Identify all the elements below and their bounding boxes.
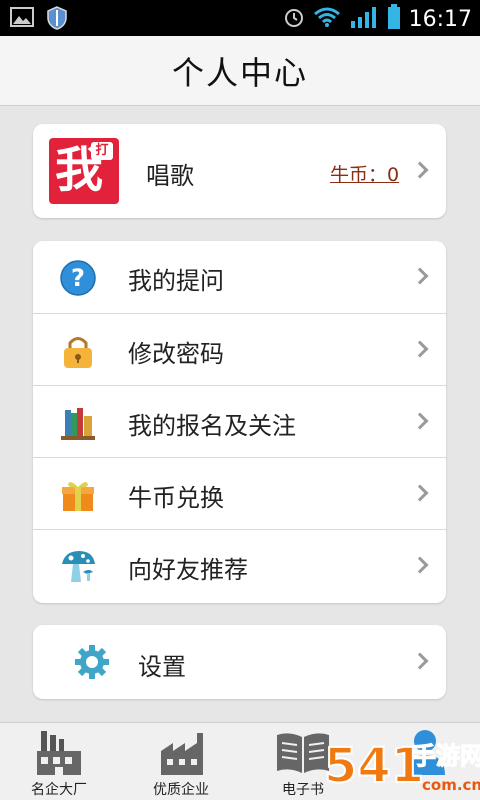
gift-icon bbox=[59, 476, 97, 514]
menu-item-change-password[interactable]: 修改密码 bbox=[33, 313, 446, 385]
image-icon bbox=[10, 6, 34, 34]
menu-item-label: 牛币兑换 bbox=[128, 484, 224, 512]
lock-icon bbox=[59, 332, 97, 370]
chevron-right-icon bbox=[411, 161, 429, 179]
page-header: 个人中心 bbox=[0, 36, 480, 106]
wifi-icon bbox=[313, 6, 341, 32]
alarm-icon bbox=[283, 6, 305, 32]
clock: 16:17 bbox=[408, 6, 472, 32]
profile-name: 唱歌 bbox=[146, 162, 194, 190]
shield-icon bbox=[46, 6, 68, 34]
books-icon bbox=[59, 404, 97, 442]
profile-card[interactable]: 我 打 唱歌 牛币：0 bbox=[33, 124, 446, 218]
building-icon bbox=[161, 733, 203, 775]
menu-item-label: 向好友推荐 bbox=[128, 556, 248, 584]
tab-famous-companies[interactable]: 名企大厂 bbox=[4, 727, 114, 799]
chevron-right-icon bbox=[411, 267, 429, 285]
menu-item-registrations[interactable]: 我的报名及关注 bbox=[33, 385, 446, 457]
tab-label: 名企大厂 bbox=[31, 782, 87, 798]
watermark-text: 手游网 bbox=[412, 742, 480, 770]
menu-item-my-questions[interactable]: ? 我的提问 bbox=[33, 241, 446, 313]
chevron-right-icon bbox=[411, 484, 429, 502]
watermark-domain: com.cn bbox=[422, 776, 480, 794]
chevron-right-icon bbox=[411, 652, 429, 670]
watermark-logo: 541 手游网 com.cn bbox=[320, 724, 480, 800]
svg-text:?: ? bbox=[71, 264, 85, 292]
mushroom-icon bbox=[59, 548, 97, 586]
tab-quality-companies[interactable]: 优质企业 bbox=[126, 727, 236, 799]
watermark-number: 541 bbox=[324, 738, 424, 794]
menu-item-label: 我的报名及关注 bbox=[128, 412, 296, 440]
question-icon: ? bbox=[59, 259, 97, 297]
menu-item-coin-exchange[interactable]: 牛币兑换 bbox=[33, 457, 446, 529]
status-bar: 16:17 bbox=[0, 0, 480, 36]
factory-icon bbox=[37, 731, 81, 775]
avatar: 我 打 bbox=[49, 138, 119, 204]
signal-icon bbox=[349, 5, 379, 33]
battery-icon bbox=[387, 4, 401, 34]
menu-item-label: 修改密码 bbox=[128, 340, 224, 368]
menu-item-recommend-friends[interactable]: 向好友推荐 bbox=[33, 529, 446, 601]
chevron-right-icon bbox=[411, 412, 429, 430]
tab-label: 优质企业 bbox=[153, 782, 209, 798]
settings-label: 设置 bbox=[138, 653, 186, 681]
coins-link[interactable]: 牛币：0 bbox=[330, 160, 399, 187]
gear-icon bbox=[73, 643, 111, 681]
chevron-right-icon bbox=[411, 340, 429, 358]
avatar-badge: 打 bbox=[91, 142, 113, 160]
menu-card: ? 我的提问 修改密码 我的报名及关注 牛币兑换 向好友推荐 bbox=[33, 241, 446, 603]
settings-item[interactable]: 设置 bbox=[33, 625, 446, 699]
menu-item-label: 我的提问 bbox=[128, 267, 224, 295]
page-title: 个人中心 bbox=[171, 53, 308, 92]
chevron-right-icon bbox=[411, 556, 429, 574]
